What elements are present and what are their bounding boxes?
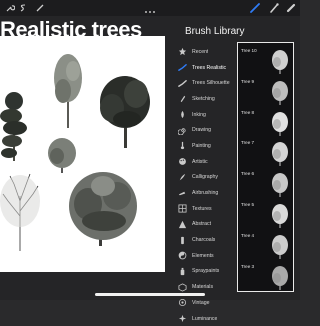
brush-item[interactable]: Tree 9: [238, 77, 292, 108]
category-item[interactable]: Calligraphy: [178, 170, 236, 186]
category-item[interactable]: Textures: [178, 201, 236, 217]
brush-item[interactable]: Tree 5: [238, 200, 292, 231]
quill-icon: [178, 173, 187, 182]
category-label: Luminance: [192, 315, 218, 322]
brush-name: Tree 3: [241, 263, 255, 269]
brush-category-list: Recent Trees Realistic Trees Silhouette Ske…: [178, 44, 236, 326]
spray-can-icon: [178, 267, 187, 276]
top-toolbar: [0, 0, 300, 16]
brush-item[interactable]: Tree 4: [238, 231, 292, 262]
selection-icon[interactable]: [34, 2, 46, 14]
category-label: Spraypaints: [192, 268, 220, 275]
brush-preview-icon: [268, 233, 292, 261]
category-label: Sketching: [192, 95, 215, 102]
paintbrush-icon: [178, 141, 187, 150]
brush-item[interactable]: Tree 6: [238, 169, 292, 200]
brush-item[interactable]: Tree 7: [238, 138, 292, 169]
category-item[interactable]: Recent: [178, 44, 236, 60]
adjustments-icon[interactable]: [17, 2, 29, 14]
more-options-icon[interactable]: [144, 2, 156, 13]
tree-drawings: [0, 54, 150, 251]
category-item[interactable]: Spraypaints: [178, 264, 236, 280]
cube-icon: [178, 283, 187, 292]
tree-drawing-poplar: [54, 54, 82, 128]
category-item[interactable]: Abstract: [178, 217, 236, 233]
category-label: Drawing: [192, 127, 212, 134]
category-label: Trees Realistic: [192, 64, 227, 71]
star-icon: [178, 47, 187, 56]
category-label: Airbrushing: [192, 190, 219, 197]
category-label: Materials: [192, 284, 214, 291]
brush-name: Tree 7: [241, 140, 255, 146]
category-item[interactable]: Vintage: [178, 295, 236, 311]
category-item[interactable]: Drawing: [178, 122, 236, 138]
tree-drawing-conifer: [0, 92, 27, 161]
category-label: Elements: [192, 252, 214, 259]
brush-name: Tree 4: [241, 232, 255, 238]
tree-drawing-bare: [0, 173, 40, 251]
category-item[interactable]: Luminance: [178, 311, 236, 326]
category-item[interactable]: Trees Silhouette: [178, 75, 236, 91]
brush-preview-icon: [268, 264, 292, 292]
airbrush-icon: [178, 189, 187, 198]
category-item[interactable]: Inking: [178, 107, 236, 123]
tree-drawing-shrub: [48, 138, 76, 173]
brush-preview-icon: [268, 79, 292, 107]
category-label: Painting: [192, 142, 211, 149]
category-item[interactable]: Artistic: [178, 154, 236, 170]
category-label: Trees Silhouette: [192, 80, 230, 87]
tree-drawing-maple: [69, 172, 137, 246]
brush-item[interactable]: Tree 10: [238, 46, 292, 77]
yin-yang-icon: [178, 251, 187, 260]
category-label: Recent: [192, 48, 209, 55]
category-item[interactable]: Airbrushing: [178, 185, 236, 201]
grid-icon: [178, 204, 187, 213]
sparkle-icon: [178, 314, 187, 323]
brush-name: Tree 10: [241, 48, 257, 53]
pencil-icon: [178, 94, 187, 103]
brush-name: Tree 6: [241, 171, 255, 177]
category-item[interactable]: Charcoals: [178, 232, 236, 248]
brush-name: Tree 8: [241, 109, 255, 115]
spiral-icon: [178, 126, 187, 135]
category-label: Vintage: [192, 299, 210, 306]
home-indicator[interactable]: [95, 293, 205, 296]
palette-icon: [178, 157, 187, 166]
eraser-tool-icon[interactable]: [285, 2, 297, 14]
brush-item[interactable]: Tree 3: [238, 262, 292, 293]
brush-tool-icon[interactable]: [249, 2, 261, 14]
category-item[interactable]: Sketching: [178, 91, 236, 107]
category-item[interactable]: Trees Realistic: [178, 60, 236, 76]
brush-preview-icon: [268, 140, 292, 168]
category-label: Inking: [192, 111, 206, 118]
brush-item[interactable]: Tree 8: [238, 108, 292, 139]
triangle-icon: [178, 220, 187, 229]
wrench-icon[interactable]: [4, 2, 16, 14]
brush-list[interactable]: Tree 10 Tree 9 Tree 8 Tree 7 Tree 6 Tree…: [237, 42, 294, 292]
category-label: Charcoals: [192, 237, 216, 244]
ink-drop-icon: [178, 110, 187, 119]
brush-preview-icon: [268, 202, 292, 230]
tree-drawing-oak: [100, 76, 150, 148]
smudge-tool-icon[interactable]: [268, 2, 280, 14]
brush-stroke-icon: [178, 79, 187, 88]
brush-name: Tree 9: [241, 78, 255, 84]
brush-stroke-icon: [178, 63, 187, 72]
category-label: Abstract: [192, 221, 212, 228]
brush-preview-icon: [268, 171, 292, 199]
category-label: Calligraphy: [192, 174, 218, 181]
category-label: Textures: [192, 205, 212, 212]
brush-name: Tree 5: [241, 202, 255, 207]
panel-title: Brush Library: [185, 26, 245, 37]
charcoal-icon: [178, 236, 187, 245]
category-item[interactable]: Painting: [178, 138, 236, 154]
brush-preview-icon: [268, 48, 292, 76]
category-label: Artistic: [192, 158, 208, 165]
brush-preview-icon: [268, 110, 292, 138]
category-item[interactable]: Elements: [178, 248, 236, 264]
